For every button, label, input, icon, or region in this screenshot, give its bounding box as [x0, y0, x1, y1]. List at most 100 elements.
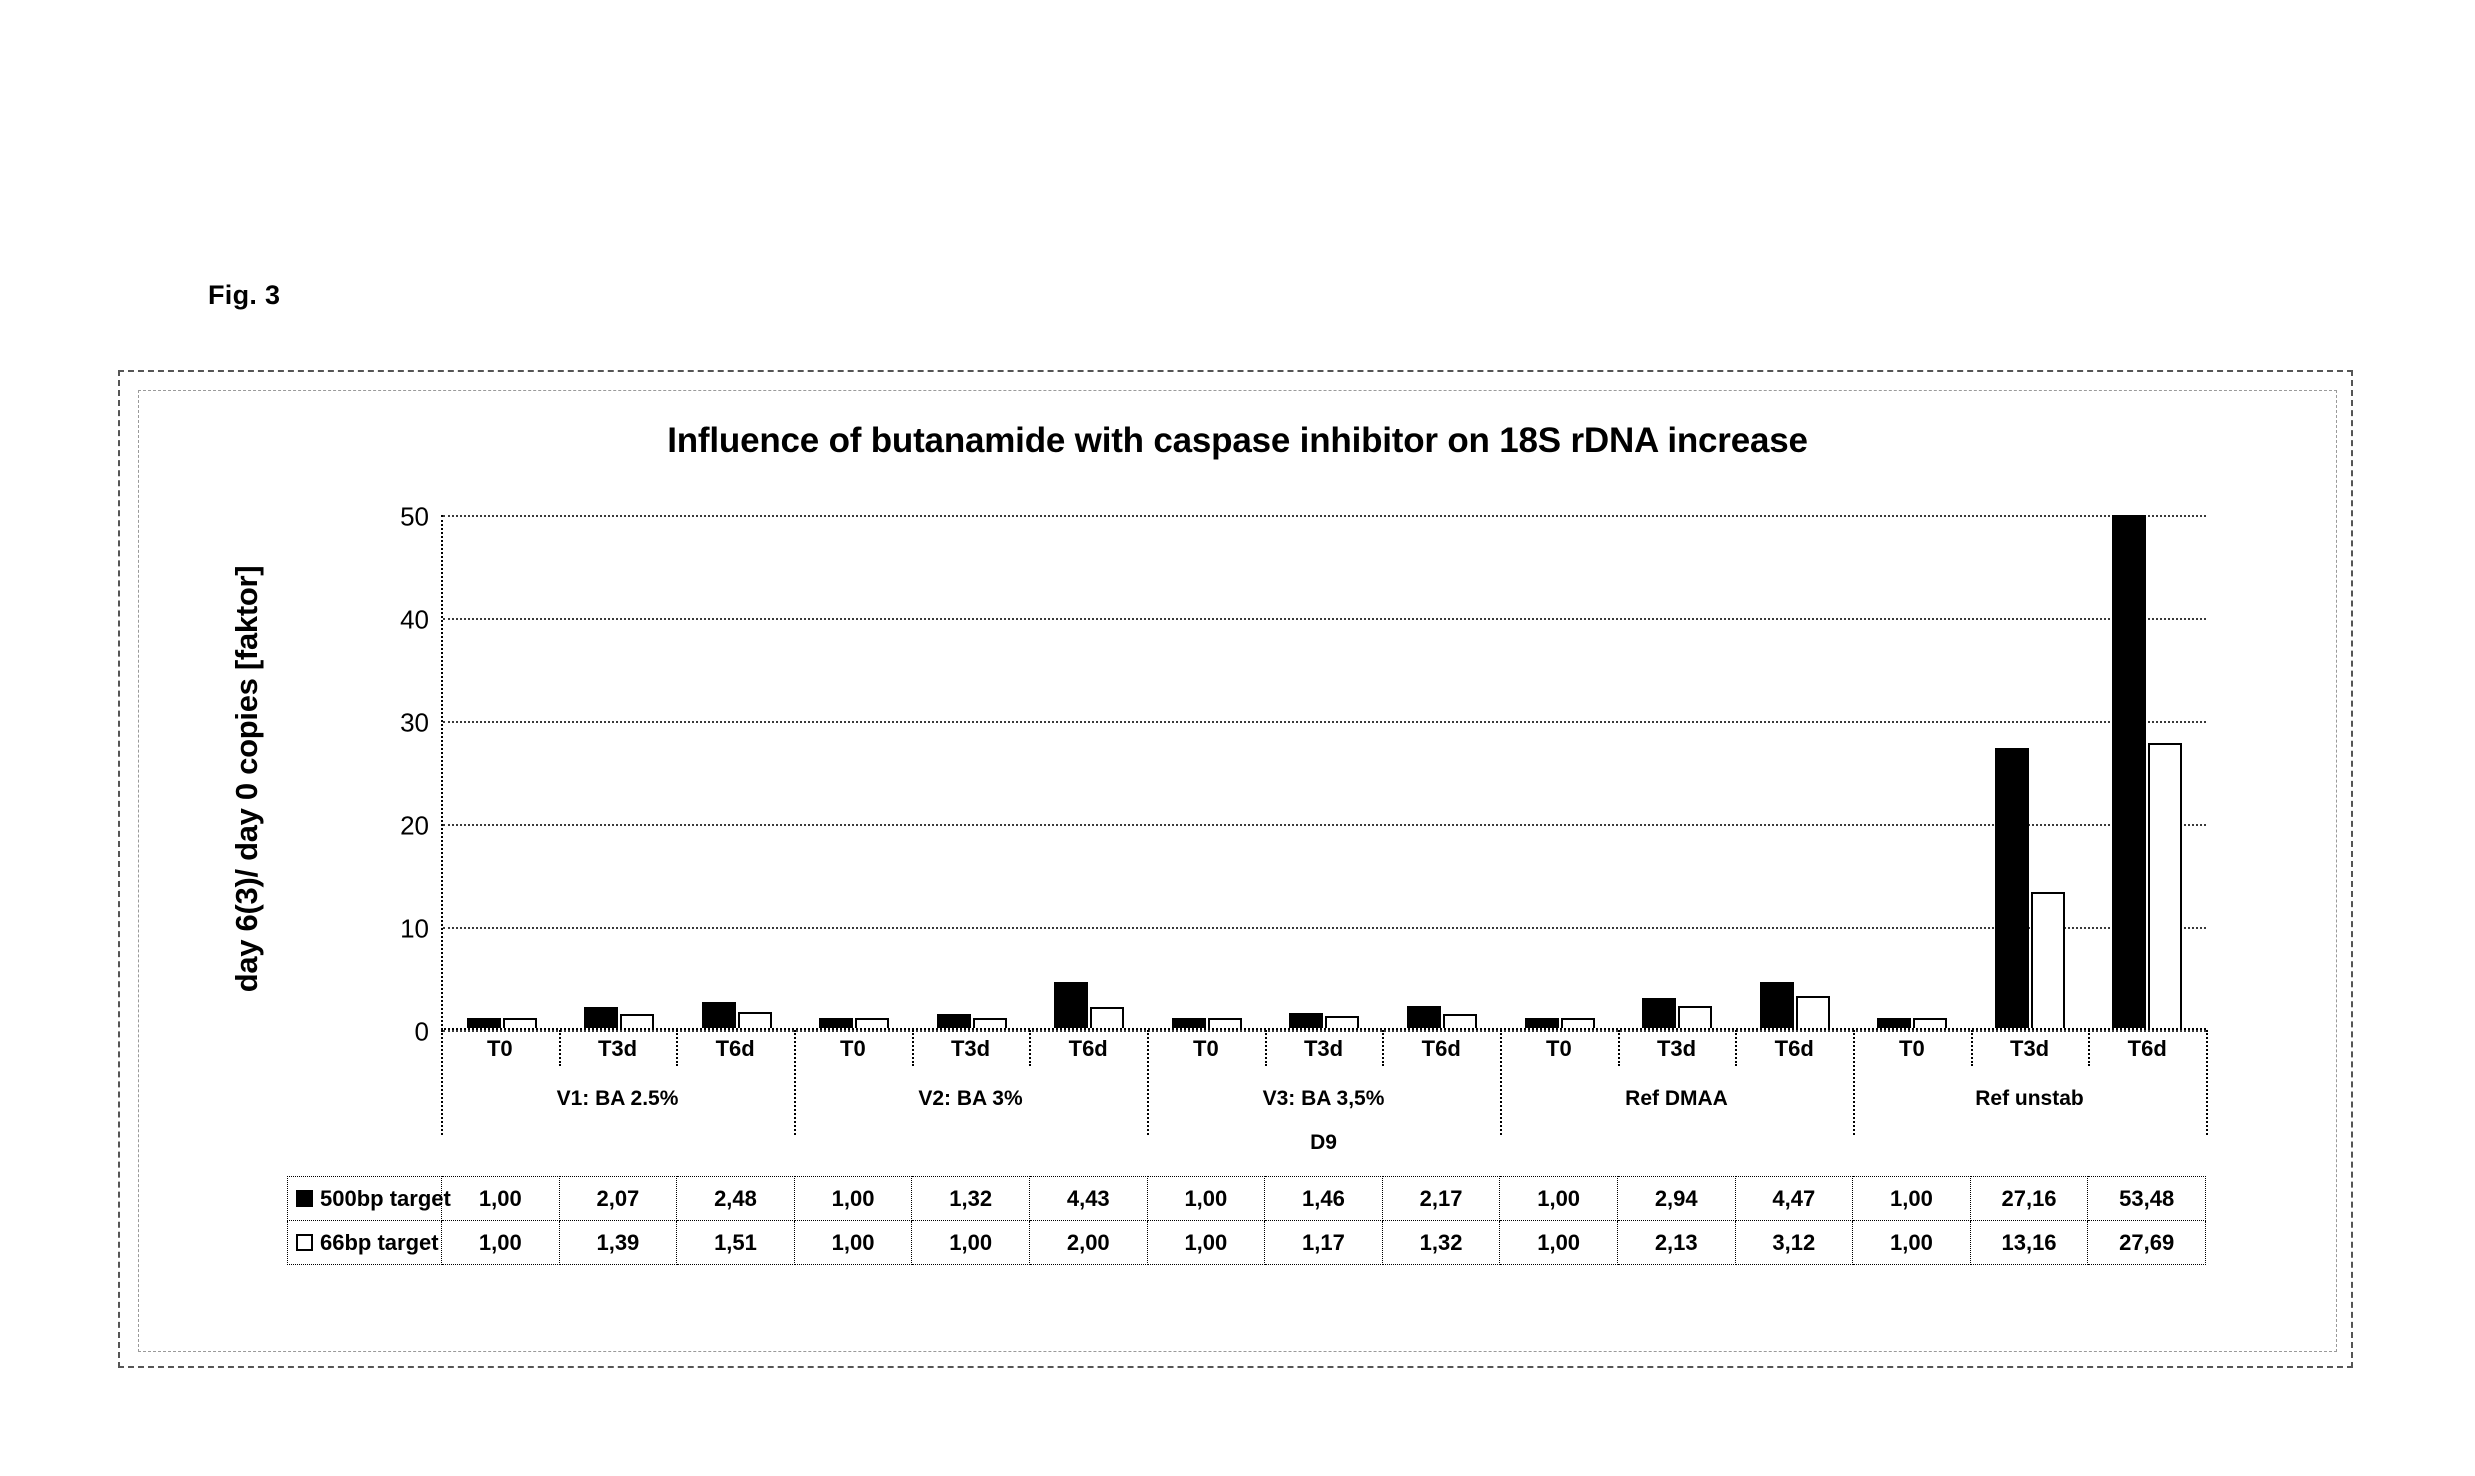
bar-500bp: [1171, 1017, 1206, 1028]
bar-500bp: [1994, 748, 2029, 1028]
bar-group: [1266, 515, 1384, 1028]
table-cell-value: 13,16: [1969, 1220, 2089, 1265]
bar-66bp: [1443, 1014, 1478, 1028]
table-cell-value: 1,39: [558, 1220, 678, 1265]
bar-500bp: [584, 1006, 619, 1028]
y-axis-tick-label: 50: [400, 501, 429, 532]
table-cell-value: 1,51: [676, 1220, 795, 1265]
table-cell-value: 1,00: [1499, 1220, 1618, 1265]
category-label: T6d: [1068, 1036, 1108, 1061]
category-label: T6d: [1774, 1036, 1814, 1061]
bar-group: [1383, 515, 1501, 1028]
bar-500bp: [2112, 515, 2147, 1028]
group-label: V3: BA 3,5%: [1262, 1087, 1385, 1110]
bar-group: [561, 515, 679, 1028]
table-cell-value: 27,16: [1969, 1176, 2089, 1221]
plot-area: 0 10 20 30 40 50: [400, 502, 2206, 1047]
series-name: 66bp target: [320, 1229, 439, 1255]
table-cell-value: 1,00: [1852, 1176, 1971, 1221]
series-legend-cell: 66bp target: [287, 1220, 442, 1265]
bar-66bp: [1207, 1017, 1242, 1028]
legend-swatch-icon: [296, 1233, 313, 1251]
legend-swatch-icon: [296, 1189, 313, 1207]
bar-66bp: [502, 1017, 537, 1028]
bar-66bp: [1678, 1006, 1713, 1028]
bar-500bp: [701, 1002, 736, 1028]
bar-66bp: [1560, 1017, 1595, 1028]
category-label: T6d: [715, 1036, 755, 1061]
group-label: V2: BA 3%: [918, 1087, 1023, 1110]
category-label: T0: [1193, 1036, 1219, 1061]
y-axis-tick-label: 20: [400, 810, 429, 841]
table-cell-value: 4,43: [1028, 1176, 1148, 1221]
bar-500bp: [466, 1017, 501, 1028]
table-cell-value: 1,32: [1381, 1220, 1501, 1265]
y-axis-tick-label: 30: [400, 707, 429, 738]
bar-group: [1736, 515, 1854, 1028]
category-label: T0: [486, 1036, 513, 1061]
table-row: 500bp target 1,00 2,07 2,48 1,00 1,32 4,43 1,00…: [287, 1176, 2206, 1221]
table-cell-value: 1,00: [793, 1176, 913, 1221]
chart-title: Influence of butanamide with caspase inh…: [667, 421, 1808, 460]
table-cell-value: 2,17: [1381, 1176, 1501, 1221]
bar-500bp: [1407, 1005, 1442, 1028]
bar-group: [1148, 515, 1266, 1028]
group-label: V1: BA 2.5%: [556, 1087, 679, 1110]
table-cell-value: 2,00: [1028, 1220, 1148, 1265]
group-label: Ref DMAA: [1625, 1087, 1728, 1110]
category-label: T3d: [597, 1036, 638, 1061]
bar-500bp: [936, 1014, 971, 1028]
bar-500bp: [1524, 1017, 1559, 1028]
group-separator-tick: [2206, 1030, 2208, 1135]
table-cell-value: 2,48: [676, 1176, 795, 1221]
table-cell-value: 1,00: [1852, 1220, 1971, 1265]
bar-66bp: [855, 1017, 890, 1028]
table-cell-value: 1,00: [1499, 1176, 1618, 1221]
category-label: T6d: [1421, 1036, 1461, 1061]
bar-group: [1971, 515, 2089, 1028]
group-label: Ref unstab: [1975, 1087, 2084, 1110]
bar-66bp: [1090, 1007, 1125, 1028]
bar-group: [678, 515, 796, 1028]
table-cell-value: 1,00: [793, 1220, 913, 1265]
table-cell-value: 1,00: [1146, 1220, 1266, 1265]
bar-group: [913, 515, 1031, 1028]
bar-66bp: [1795, 995, 1830, 1028]
bar-500bp: [1877, 1017, 1912, 1028]
bar-group: [1618, 515, 1736, 1028]
bar-66bp: [620, 1013, 655, 1028]
table-cell-value: 27,69: [2087, 1220, 2206, 1265]
category-label: T0: [840, 1036, 866, 1061]
table-cell-value: 1,46: [1264, 1176, 1383, 1221]
bar-66bp: [1325, 1015, 1360, 1028]
category-label: T6d: [2127, 1036, 2167, 1061]
bar-66bp: [972, 1017, 1007, 1028]
figure-label: Fig. 3: [208, 280, 281, 310]
chart-container: Influence of butanamide with caspase inh…: [138, 390, 2337, 1352]
table-cell-value: 2,07: [558, 1176, 678, 1221]
table-cell-value: 1,00: [1146, 1176, 1266, 1221]
bar-500bp: [1642, 997, 1677, 1028]
table-cell-value: 2,13: [1616, 1220, 1736, 1265]
bar-group: [443, 515, 561, 1028]
table-cell-value: 4,47: [1734, 1176, 1854, 1221]
bar-group: [1501, 515, 1619, 1028]
category-axis-labels: T0 T3d T6d T0 T3d T6d T0 T3d T6d T0 T3d T6d T0 T3d T6d: [441, 1036, 2206, 1062]
table-cell-value: 3,12: [1734, 1220, 1854, 1265]
table-cell-value: 1,00: [441, 1176, 560, 1221]
category-label: T0: [1546, 1036, 1572, 1061]
category-label: T3d: [1303, 1036, 1344, 1061]
table-cell-value: 1,00: [441, 1220, 560, 1265]
bar-group: [796, 515, 914, 1028]
category-label: T3d: [2010, 1036, 2050, 1061]
series-legend-cell: 500bp target: [287, 1176, 451, 1221]
table-cell-value: 1,32: [911, 1176, 1030, 1221]
y-axis-tick-label: 10: [400, 913, 429, 944]
table-cell-value: 2,94: [1616, 1176, 1736, 1221]
figure-frame: Influence of butanamide with caspase inh…: [118, 370, 2353, 1368]
group-axis-labels: V1: BA 2.5% V2: BA 3% V3: BA 3,5% Ref DMAA R…: [441, 1087, 2206, 1111]
data-table: 500bp target 1,00 2,07 2,48 1,00 1,32 4,43 1,00…: [287, 1176, 2206, 1265]
bar-66bp: [2148, 742, 2183, 1028]
y-axis-tick-label: 40: [400, 604, 429, 635]
table-row: 66bp target 1,00 1,39 1,51 1,00 1,00 2,00 1,00 1…: [287, 1220, 2206, 1265]
